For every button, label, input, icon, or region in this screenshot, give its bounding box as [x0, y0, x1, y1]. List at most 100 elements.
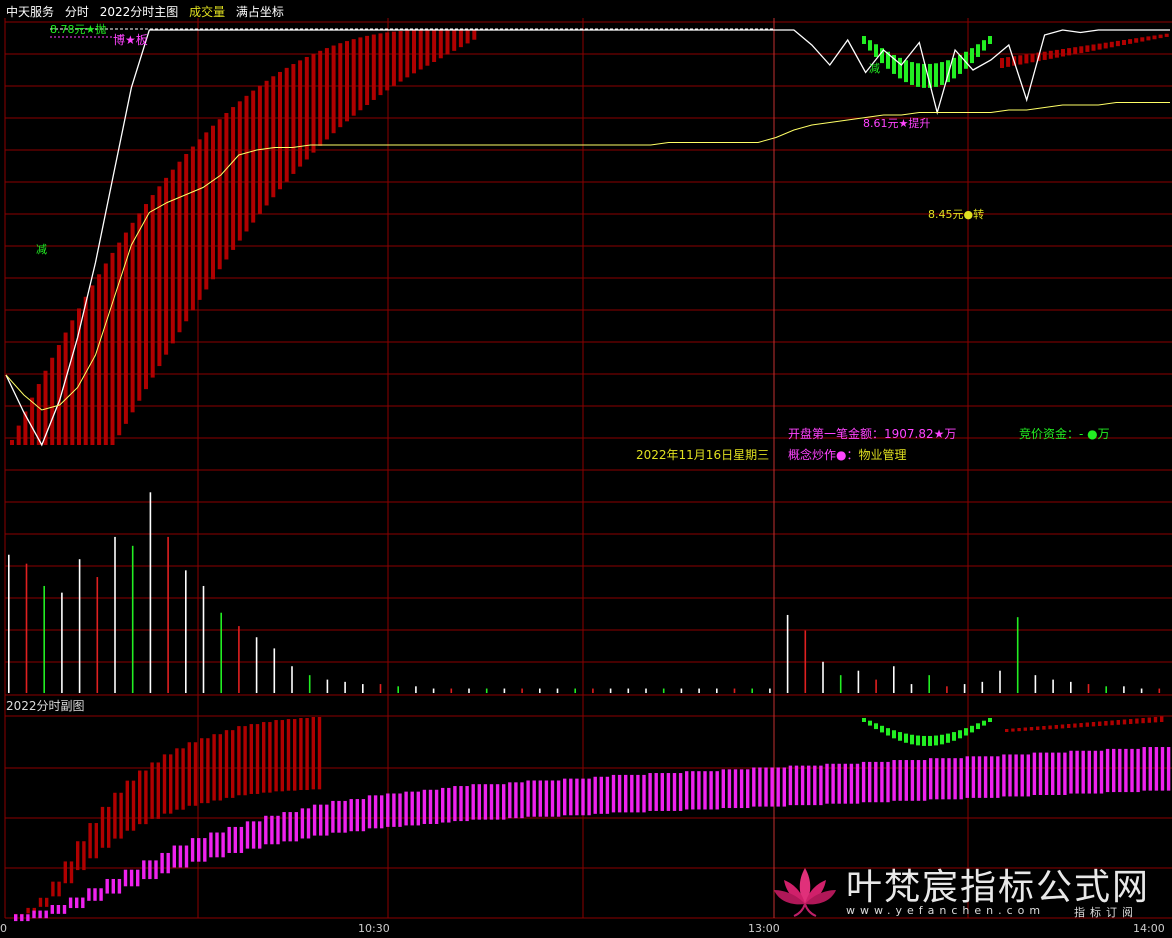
sub-magenta-bar-175 — [1081, 750, 1085, 794]
sub-green-bar-12 — [934, 735, 938, 746]
main-red-bar-right-19 — [1115, 40, 1120, 47]
sub-magenta-bar-60 — [380, 795, 384, 829]
volume-bar-15 — [273, 648, 276, 693]
volume-bar-21 — [379, 684, 382, 693]
sub-magenta-bar-139 — [861, 761, 866, 803]
sub-magenta-bar-118 — [733, 769, 738, 809]
annotation-jian-left: 减 — [36, 243, 47, 256]
sub-green-bar-1 — [868, 720, 872, 726]
sub-magenta-bar-168 — [1038, 752, 1043, 795]
coord-label[interactable]: 满占坐标 — [236, 5, 284, 19]
sub-magenta-bar-124 — [770, 767, 774, 807]
volume-bar-23 — [415, 686, 417, 693]
volume-bar-8 — [149, 492, 152, 693]
main-red-bar-31 — [217, 119, 222, 270]
volume-bar-52 — [928, 675, 930, 693]
main-green-bar-21 — [988, 36, 992, 44]
volume-bar-42 — [751, 688, 753, 693]
sub-magenta-bar-72 — [453, 786, 457, 822]
main-red-bar-29 — [204, 132, 209, 290]
stock-name[interactable]: 中天服务 — [6, 5, 54, 19]
sub-red-bar-37 — [243, 726, 247, 796]
sub-red-bar-36 — [237, 726, 241, 796]
main-red-bar-right-14 — [1085, 45, 1090, 52]
main-green-bar-13 — [940, 62, 944, 85]
main-red-bar-49 — [338, 43, 343, 128]
sub-magenta-bar-187 — [1154, 747, 1159, 791]
main-red-bar-21 — [150, 195, 155, 378]
sub-magenta-bar-97 — [605, 776, 610, 814]
watermark: 叶梵宸指标公式网 www.yefanchen.com 指标订阅 — [772, 858, 1152, 920]
main-red-bar-62 — [425, 30, 430, 66]
sub-red-bar-32 — [212, 734, 216, 801]
sub-magenta-bar-100 — [624, 774, 628, 813]
sub-magenta-bar-96 — [599, 776, 603, 814]
volume-bar-20 — [362, 684, 364, 693]
main-red-bar-right-13 — [1079, 46, 1084, 54]
main-red-bar-24 — [170, 169, 175, 344]
sub-magenta-bar-5 — [44, 910, 48, 919]
main-green-bar-19 — [976, 44, 980, 57]
sub-magenta-bar-20 — [136, 869, 140, 887]
main-red-bar-9 — [70, 320, 75, 445]
volume-label[interactable]: 成交量 — [189, 5, 225, 19]
sub-magenta-bar-147 — [910, 760, 915, 801]
sub-green-bar-17 — [964, 728, 968, 736]
sub-magenta-bar-150 — [929, 758, 933, 800]
sub-green-bar-21 — [988, 718, 992, 722]
sub-magenta-bar-18 — [123, 869, 128, 887]
sub-magenta-bar-32 — [209, 832, 213, 858]
sub-magenta-bar-64 — [404, 791, 408, 826]
sub-magenta-bar-89 — [556, 780, 561, 817]
sub-magenta-bar-109 — [678, 773, 683, 811]
sub-magenta-bar-112 — [697, 771, 701, 810]
volume-bar-51 — [910, 684, 913, 693]
sub-red-bar-right-18 — [1116, 720, 1120, 725]
volume-bar-31 — [556, 688, 559, 693]
volume-bar-32 — [574, 688, 576, 693]
sub-magenta-bar-69 — [434, 789, 439, 824]
sub-green-bar-10 — [922, 735, 926, 746]
sub-magenta-bar-58 — [367, 795, 372, 829]
sub-magenta-bar-11 — [81, 897, 85, 909]
main-red-bar-65 — [445, 30, 450, 55]
sub-magenta-bar-61 — [386, 793, 390, 827]
sub-magenta-bar-107 — [666, 773, 671, 811]
sub-red-bar-38 — [249, 724, 253, 794]
main-red-bar-69 — [472, 30, 477, 40]
sub-magenta-bar-28 — [184, 845, 189, 868]
sub-red-bar-48 — [311, 717, 315, 790]
sub-magenta-bar-186 — [1148, 747, 1152, 791]
sub-magenta-bar-12 — [87, 888, 91, 901]
volume-bar-55 — [981, 681, 984, 693]
volume-bar-5 — [96, 577, 99, 693]
sub-magenta-bar-31 — [203, 838, 207, 862]
main-red-bar-35 — [244, 95, 249, 232]
volume-bar-62 — [1105, 686, 1107, 693]
main-red-bar-46 — [318, 50, 323, 146]
sub-magenta-bar-33 — [215, 832, 219, 858]
sub-red-bar-right-15 — [1098, 721, 1102, 726]
volume-bar-44 — [786, 614, 789, 693]
sub-magenta-bar-103 — [642, 774, 646, 813]
sub-magenta-bar-57 — [361, 799, 366, 832]
indicator-label[interactable]: 2022分时主图 — [100, 5, 179, 19]
mode-label[interactable]: 分时 — [65, 5, 89, 19]
volume-bar-36 — [645, 688, 647, 693]
volume-bar-40 — [716, 688, 718, 693]
volume-bar-0 — [8, 554, 10, 693]
sub-magenta-bar-113 — [703, 771, 707, 810]
sub-magenta-bar-43 — [276, 815, 280, 845]
sub-magenta-bar-98 — [611, 774, 616, 813]
main-red-bar-right-3 — [1018, 55, 1023, 65]
sub-red-bar-18 — [125, 780, 129, 831]
sub-magenta-bar-80 — [502, 784, 506, 820]
sub-magenta-bar-70 — [441, 787, 445, 823]
sub-magenta-bar-111 — [691, 771, 695, 810]
main-red-bar-right-26 — [1158, 34, 1163, 39]
sub-red-bar-20 — [138, 770, 142, 825]
sub-magenta-bar-55 — [349, 799, 353, 832]
sub-magenta-bar-108 — [672, 773, 677, 811]
sub-magenta-bar-181 — [1118, 748, 1122, 793]
sub-magenta-bar-153 — [947, 758, 951, 800]
